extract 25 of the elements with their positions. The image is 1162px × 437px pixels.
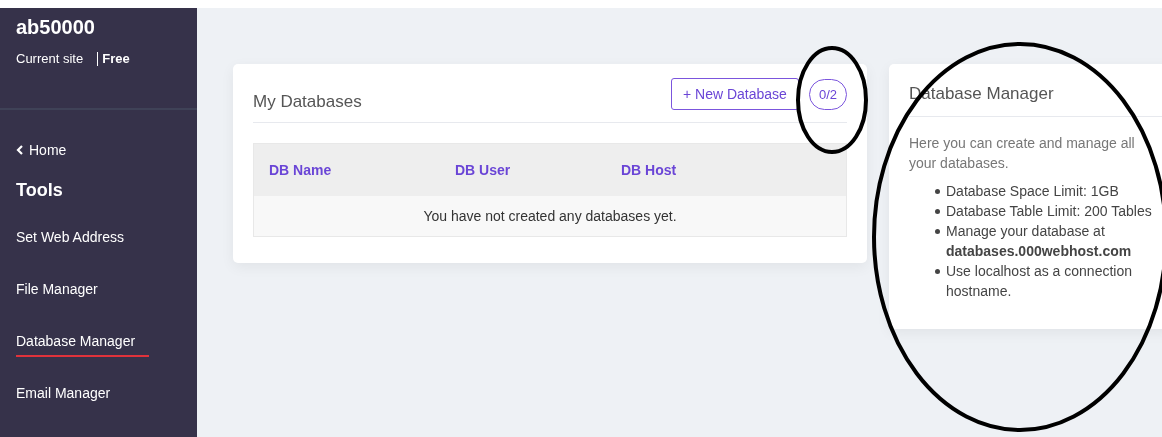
bullet-text: Database Table Limit: 200 Tables	[946, 202, 1152, 221]
intro-text: Here you can create and manage all your databases.	[909, 134, 1136, 173]
site-name: ab50000	[16, 16, 96, 39]
empty-message: You have not created any databases yet.	[423, 208, 677, 224]
card-title: My Databases	[253, 92, 362, 113]
sidebar-item[interactable]: File Manager	[16, 281, 98, 305]
bullet-icon	[935, 229, 940, 234]
bullet-text: Manage your database at databases.000webhost.com	[946, 222, 1133, 261]
bullet-icon	[935, 189, 940, 194]
plan-label: Free	[102, 51, 130, 66]
chevron-left-icon	[16, 145, 24, 155]
bullet-icon	[935, 209, 940, 214]
column-header: DB User	[455, 162, 511, 178]
home-link[interactable]: Home	[16, 142, 197, 158]
new-database-button[interactable]: + New Database	[671, 78, 799, 110]
site-label: Current site	[16, 51, 84, 66]
sidebar-item[interactable]: Set Web Address	[16, 229, 124, 253]
sidebar-item[interactable]: Database Manager	[16, 333, 150, 357]
bullet-text: Database Space Limit: 1GB	[946, 182, 1119, 201]
section-title: Tools	[16, 180, 64, 201]
bullet-text: Use localhost as a connection hostname.	[946, 262, 1133, 301]
column-header: DB Name	[269, 162, 332, 178]
sidebar-item[interactable]: Email Manager	[16, 385, 111, 409]
bullet-icon	[935, 269, 940, 274]
column-header: DB Host	[621, 162, 677, 178]
